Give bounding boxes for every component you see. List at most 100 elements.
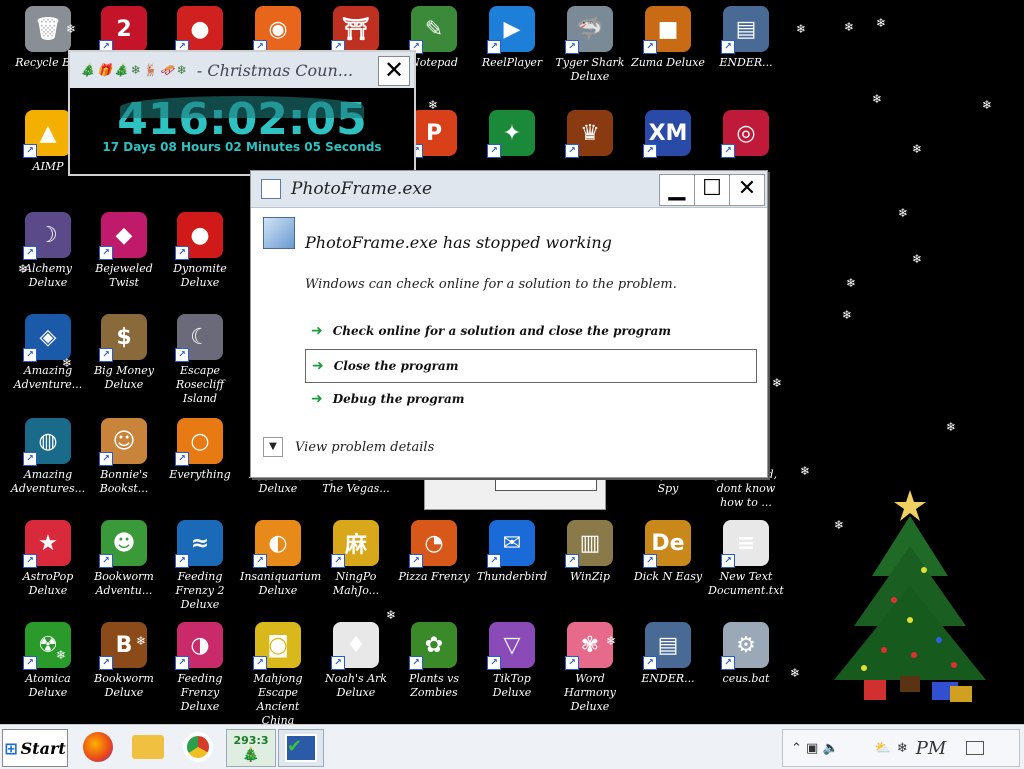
close-button[interactable]: ✕ (729, 174, 765, 206)
shortcut-arrow-icon: ↗ (175, 656, 189, 670)
desktop-icon-label: Amazing Adventures... (10, 468, 86, 495)
shortcut-arrow-icon: ↗ (23, 656, 37, 670)
desktop-icon-label: Plants vs Zombies (409, 672, 459, 699)
app-icon: ▤ ↗ (643, 622, 691, 670)
desktop-icon[interactable]: ● ↗ Dynomite Deluxe (162, 212, 238, 290)
desktop-icon[interactable]: ◎ ↗ (708, 110, 784, 160)
desktop-icon[interactable]: ⛩ ↗ (318, 6, 394, 56)
desktop-icon[interactable]: ♛ ↗ (552, 110, 628, 160)
desktop-icon[interactable]: ≈ ↗ Feeding Frenzy 2 Deluxe (162, 520, 238, 612)
desktop-icon[interactable]: ☺ ↗ Bonnie's Bookst... (86, 418, 162, 496)
desktop-icon[interactable]: XM ↗ (630, 110, 706, 160)
desktop-icon[interactable]: ▤ ↗ ENDER... (630, 622, 706, 686)
start-button[interactable]: ⊞ Start (2, 729, 68, 767)
app-icon: ✉ ↗ (487, 520, 535, 568)
shortcut-arrow-icon: ↗ (643, 144, 657, 158)
desktop-icon[interactable]: ○ ↗ Everything (162, 418, 238, 482)
countdown-titlebar[interactable]: 🎄🎁🎄❄🦌🛷❄ - Christmas Coun... (70, 52, 414, 88)
explorer-taskbar-button[interactable] (126, 729, 170, 765)
desktop-icon[interactable]: B ↗ Bookworm Deluxe (86, 622, 162, 700)
photoframe-taskbar-button[interactable]: ✔ (278, 729, 324, 767)
clock[interactable]: PM (916, 738, 947, 759)
shortcut-arrow-icon: ↗ (99, 246, 113, 260)
desktop-icon[interactable]: ★ ↗ AstroPop Deluxe (10, 520, 86, 598)
minimize-button[interactable]: ▁ (659, 174, 695, 206)
desktop-icon[interactable]: ☢ ↗ Atomica Deluxe (10, 622, 86, 700)
desktop-icon[interactable]: ▤ ↗ ENDER... (708, 6, 784, 70)
desktop-icon[interactable]: ⚙ ↗ ceus.bat (708, 622, 784, 686)
arrow-right-icon: ➜ (311, 391, 323, 407)
desktop-icon[interactable]: ▥ ↗ WinZip (552, 520, 628, 584)
countdown-taskbar-button[interactable]: 293:3 🎄 (226, 729, 276, 767)
app-icon: ▲ ↗ (23, 110, 71, 158)
desktop-icon[interactable]: ☻ ↗ Bookworm Adventu... (86, 520, 162, 598)
taskbar: ⊞ Start 293:3 🎄 ✔ ⌃ ▣ 🔈 ⛅ ❄ PM (0, 724, 1024, 769)
desktop-icon[interactable]: ✿ ↗ Plants vs Zombies (396, 622, 472, 700)
shortcut-arrow-icon: ↗ (23, 554, 37, 568)
app-icon: ♛ ↗ (565, 110, 613, 158)
desktop-icon[interactable]: ◆ ↗ Bejeweled Twist (86, 212, 162, 290)
app-icon: ☻ ↗ (99, 520, 147, 568)
shortcut-arrow-icon: ↗ (487, 656, 501, 670)
snowflake-icon: ❄ (876, 16, 887, 30)
desktop-icon-label: Word Harmony Deluxe (564, 672, 616, 713)
desktop-icon-label: WinZip (570, 570, 610, 583)
app-icon: ◉ ↗ (253, 6, 301, 54)
check-online-option[interactable]: ➜ Check online for a solution and close … (305, 315, 755, 347)
desktop-icon[interactable]: ♦ ↗ Noah's Ark Deluxe (318, 622, 394, 700)
christmas-tree-decoration (834, 490, 986, 702)
weather-icon[interactable]: ⛅ (875, 741, 891, 756)
desktop-icon[interactable]: De ↗ Dick N Easy (630, 520, 706, 584)
desktop-icon[interactable]: ■ ↗ Zuma Deluxe (630, 6, 706, 70)
desktop-icon[interactable]: ◉ ↗ (240, 6, 316, 56)
desktop-icon[interactable]: ◑ ↗ Feeding Frenzy Deluxe (162, 622, 238, 714)
app-icon: P↗ (409, 110, 457, 158)
shortcut-arrow-icon: ↗ (175, 452, 189, 466)
desktop-icon-label: Big Money Deluxe (94, 364, 154, 391)
app-icon: ♦ ↗ (331, 622, 379, 670)
desktop-icon[interactable]: ✉ ↗ Thunderbird (474, 520, 550, 584)
desktop-icon[interactable]: 麻 ↗ NingPo MahJo... (318, 520, 394, 598)
snowflake-icon: ❄ (66, 22, 77, 36)
desktop-icon[interactable]: $ ↗ Big Money Deluxe (86, 314, 162, 392)
desktop-icon[interactable]: ◍ ↗ Amazing Adventures... (10, 418, 86, 496)
maximize-button[interactable]: ☐ (694, 174, 730, 206)
debug-program-option[interactable]: ➜ Debug the program (305, 383, 755, 415)
desktop-icon[interactable]: ✦ ↗ (474, 110, 550, 160)
desktop-icon[interactable]: ☾ ↗ Escape Rosecliff Island (162, 314, 238, 406)
show-desktop-icon[interactable] (966, 741, 985, 755)
desktop-icon[interactable]: ≡ ↗ New Text Document.txt (708, 520, 784, 598)
desktop-icon[interactable]: ✾ ↗ Word Harmony Deluxe (552, 622, 628, 714)
tray-icons[interactable]: ⌃ ▣ 🔈 (791, 741, 839, 756)
desktop-icon[interactable]: ☽ ↗ Alchemy Deluxe (10, 212, 86, 290)
desktop-icon[interactable]: ◔ ↗ Pizza Frenzy (396, 520, 472, 584)
desktop-icon-label: New Text Document.txt (708, 570, 784, 597)
desktop-icon[interactable]: 🦈 ↗ Tyger Shark Deluxe (552, 6, 628, 84)
desktop-icon[interactable]: ▽ ↗ TikTop Deluxe (474, 622, 550, 700)
desktop-icon[interactable]: ◈ ↗ Amazing Adventure... (10, 314, 86, 392)
chrome-taskbar-button[interactable] (176, 729, 220, 765)
desktop-icon[interactable]: 2 ↗ (86, 6, 162, 56)
app-icon: ◆ ↗ (99, 212, 147, 260)
firefox-taskbar-button[interactable] (76, 729, 120, 765)
chevron-down-icon[interactable]: ▼ (263, 437, 283, 457)
close-program-option[interactable]: ➜ Close the program (305, 349, 757, 383)
desktop-icon[interactable]: ◐ ↗ Insaniquarium Deluxe (240, 520, 321, 598)
desktop-icon[interactable]: ▶ ↗ ReelPlayer (474, 6, 550, 70)
snowflake-icon: ❄ (982, 98, 993, 112)
shortcut-arrow-icon: ↗ (565, 656, 579, 670)
shortcut-arrow-icon: ↗ (565, 144, 579, 158)
desktop-icon[interactable]: ◙ ↗ Mahjong Escape Ancient China (240, 622, 316, 728)
view-details-toggle[interactable]: ▼ View problem details (263, 437, 434, 457)
error-dialog[interactable]: PhotoFrame.exe ▁ ☐ ✕ PhotoFrame.exe has … (250, 170, 768, 478)
countdown-close-button[interactable]: ✕ (378, 56, 410, 86)
shortcut-arrow-icon: ↗ (253, 554, 267, 568)
desktop-icon[interactable]: ● ↗ (162, 6, 238, 56)
arrow-right-icon: ➜ (311, 323, 323, 339)
dialog-titlebar[interactable]: PhotoFrame.exe ▁ ☐ ✕ (251, 171, 767, 208)
christmas-countdown-widget[interactable]: 🎄🎁🎄❄🦌🛷❄ - Christmas Coun... ✕ 416:02:05 … (68, 50, 416, 176)
app-icon (261, 179, 281, 199)
app-icon: $ ↗ (99, 314, 147, 362)
dialog-subtext: Windows can check online for a solution … (305, 277, 677, 292)
app-icon: ◎ ↗ (721, 110, 769, 158)
